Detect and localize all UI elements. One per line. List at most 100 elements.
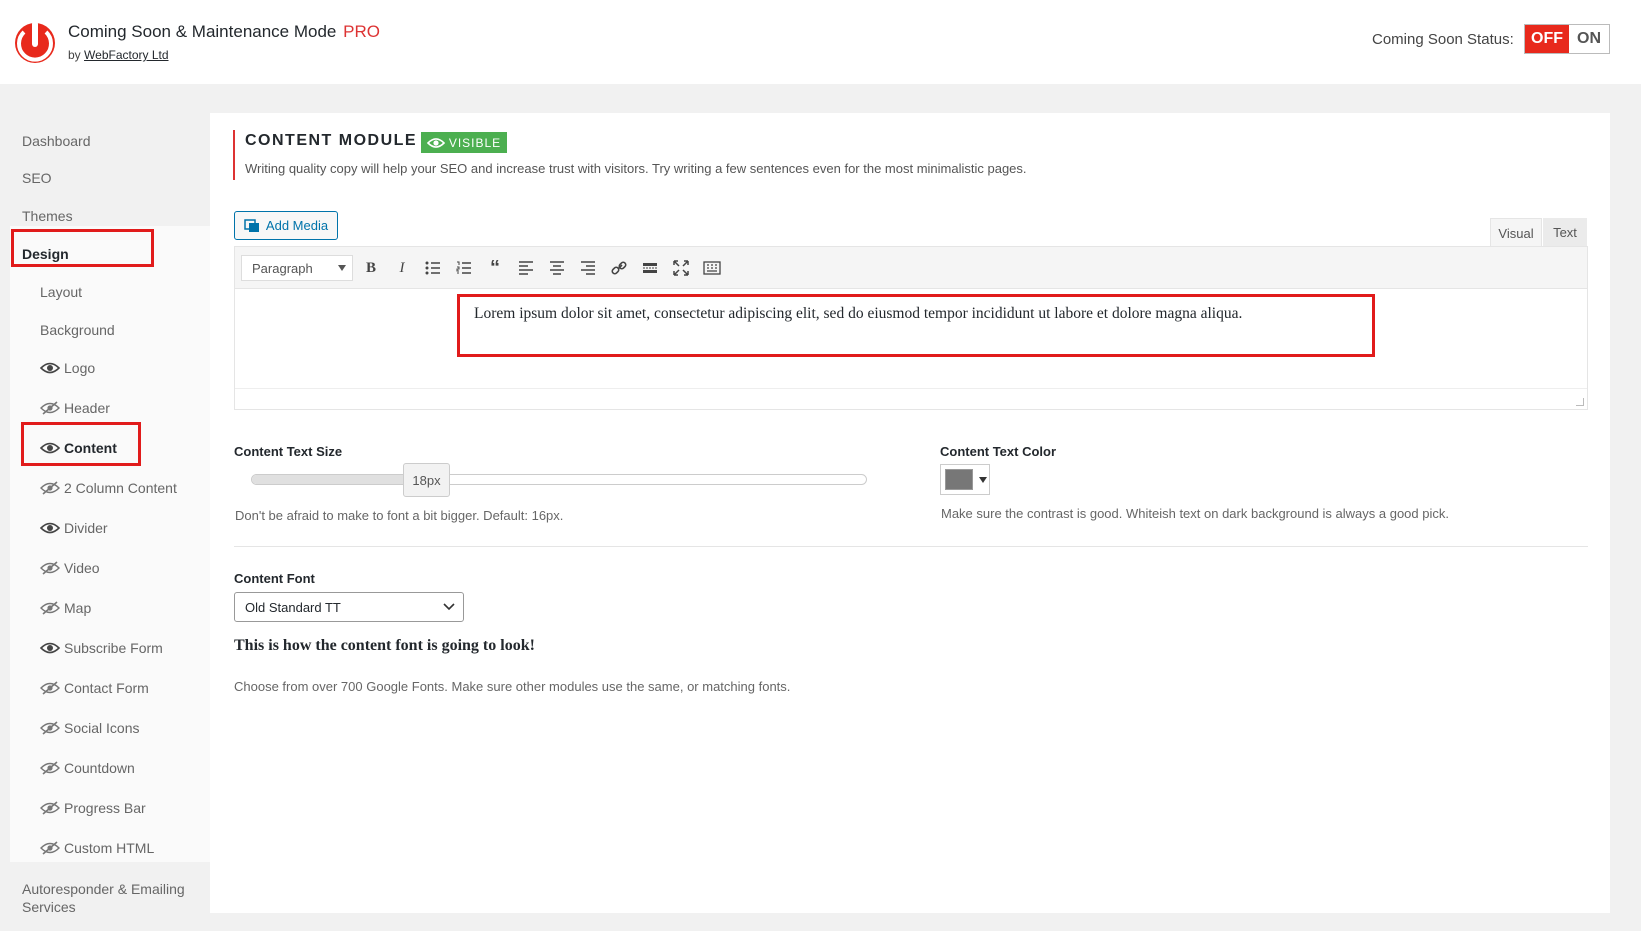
sidebar-item-custom-html[interactable]: Custom HTML xyxy=(40,840,154,856)
sidebar-item-label: Header xyxy=(64,400,110,416)
font-select-value: Old Standard TT xyxy=(245,599,341,615)
sidebar-item-label: Progress Bar xyxy=(64,800,146,816)
bullet-list-icon[interactable] xyxy=(422,257,444,279)
text-size-slider[interactable] xyxy=(251,474,867,485)
sidebar-item-themes[interactable]: Themes xyxy=(22,208,73,224)
sidebar-item-label: Divider xyxy=(64,520,108,536)
text-color-picker[interactable] xyxy=(940,464,990,495)
slider-handle[interactable]: 18px xyxy=(403,463,450,497)
tab-visual[interactable]: Visual xyxy=(1490,218,1542,247)
align-left-icon[interactable] xyxy=(515,257,537,279)
sidebar-item-label: Themes xyxy=(22,208,73,224)
eye-slash-icon xyxy=(40,681,60,695)
status-toggle[interactable]: OFF ON xyxy=(1524,24,1610,54)
numbered-list-icon[interactable] xyxy=(453,257,475,279)
sidebar-item-dashboard[interactable]: Dashboard xyxy=(22,133,91,149)
sidebar-item-map[interactable]: Map xyxy=(40,600,91,616)
font-help: Choose from over 700 Google Fonts. Make … xyxy=(234,679,791,694)
editor-statusbar xyxy=(235,388,1587,409)
sidebar-item-label: Subscribe Form xyxy=(64,640,163,656)
font-preview: This is how the content font is going to… xyxy=(234,637,535,654)
font-label: Content Font xyxy=(234,571,315,586)
sidebar-item-autoresponder-emailing[interactable]: Autoresponder & Emailing Services xyxy=(22,880,185,916)
sidebar-item-contact-form[interactable]: Contact Form xyxy=(40,680,149,696)
eye-icon xyxy=(39,641,61,655)
sidebar-item-background[interactable]: Background xyxy=(40,322,115,338)
chevron-down-icon xyxy=(338,265,346,271)
text-color-help: Make sure the contrast is good. Whiteish… xyxy=(941,506,1449,521)
add-media-label: Add Media xyxy=(265,218,329,233)
media-icon xyxy=(244,218,259,232)
sidebar-item-label: SEO xyxy=(22,170,52,186)
sidebar-item-label: Background xyxy=(40,322,115,338)
eye-slash-icon xyxy=(40,561,60,575)
sidebar-item-video[interactable]: Video xyxy=(40,560,100,576)
toggle-on[interactable]: ON xyxy=(1569,25,1609,53)
italic-icon[interactable]: I xyxy=(391,257,413,279)
sidebar-item-label: Social Icons xyxy=(64,720,140,736)
app-logo-icon xyxy=(15,21,55,63)
sidebar-item-progress-bar[interactable]: Progress Bar xyxy=(40,800,146,816)
resize-grip-icon[interactable] xyxy=(1576,398,1584,406)
link-icon[interactable] xyxy=(608,257,630,279)
eye-slash-icon xyxy=(40,841,60,855)
align-right-icon[interactable] xyxy=(577,257,599,279)
toolbar-toggle-icon[interactable] xyxy=(701,257,723,279)
highlight-box-content xyxy=(21,422,141,466)
divider xyxy=(234,546,1588,547)
sidebar-item-social-icons[interactable]: Social Icons xyxy=(40,720,139,736)
sidebar-item-label: Video xyxy=(64,560,100,576)
tab-text[interactable]: Text xyxy=(1543,218,1587,247)
top-header: Coming Soon & Maintenance Mode PRO by We… xyxy=(0,0,1641,84)
sidebar-item-countdown[interactable]: Countdown xyxy=(40,760,135,776)
sidebar-item-label: Logo xyxy=(64,360,96,376)
text-color-label: Content Text Color xyxy=(940,444,1057,459)
font-select[interactable]: Old Standard TT xyxy=(234,592,464,622)
sidebar-item-divider[interactable]: Divider xyxy=(39,520,108,536)
sidebar-item-seo[interactable]: SEO xyxy=(22,170,52,186)
sidebar-item-logo[interactable]: Logo xyxy=(39,360,96,376)
chevron-down-icon xyxy=(979,477,987,483)
app-byline: by WebFactory Ltd xyxy=(68,48,169,62)
eye-slash-icon xyxy=(40,601,60,615)
fullscreen-icon[interactable] xyxy=(670,257,692,279)
module-title: CONTENT MODULE xyxy=(245,132,418,149)
format-select[interactable]: Paragraph xyxy=(241,255,353,281)
blockquote-icon[interactable]: “ xyxy=(484,257,506,279)
eye-slash-icon xyxy=(40,801,60,815)
visible-badge[interactable]: VISIBLE xyxy=(421,132,507,153)
sidebar-item-header[interactable]: Header xyxy=(40,400,110,416)
sidebar-item-label: Countdown xyxy=(64,760,135,776)
sidebar-item-label: Map xyxy=(64,600,92,616)
status-label: Coming Soon Status: xyxy=(1372,31,1514,48)
bold-icon[interactable]: B xyxy=(360,257,382,279)
app-name: Coming Soon & Maintenance Mode xyxy=(68,22,337,41)
eye-icon xyxy=(39,521,61,535)
sidebar-item-label: Contact Form xyxy=(64,680,149,696)
sidebar-item-label: 2 Column Content xyxy=(64,480,177,496)
highlight-box-design xyxy=(11,229,154,267)
read-more-icon[interactable] xyxy=(639,257,661,279)
pro-label: PRO xyxy=(343,22,380,41)
text-size-help: Don't be afraid to make to font a bit bi… xyxy=(235,508,564,523)
sidebar-item-label: Layout xyxy=(40,284,83,300)
slider-fill xyxy=(252,475,424,484)
add-media-button[interactable]: Add Media xyxy=(234,211,338,240)
sidebar-item-label-line2: Services xyxy=(22,899,76,915)
color-chip xyxy=(945,469,973,490)
chevron-down-icon xyxy=(443,603,455,611)
sidebar-item-label: Custom HTML xyxy=(64,840,155,856)
sidebar-item-subscribe-form[interactable]: Subscribe Form xyxy=(39,640,163,656)
vendor-link[interactable]: WebFactory Ltd xyxy=(84,48,168,62)
sidebar-item-layout[interactable]: Layout xyxy=(40,284,82,300)
sidebar-item-label: Autoresponder & Emailing xyxy=(22,881,185,897)
sidebar-item-label: Dashboard xyxy=(22,133,91,149)
highlight-box-editor-text xyxy=(457,294,1375,357)
eye-icon xyxy=(39,361,61,375)
eye-slash-icon xyxy=(40,761,60,775)
eye-slash-icon xyxy=(40,401,60,415)
sidebar-item-2-column-content[interactable]: 2 Column Content xyxy=(40,480,177,496)
align-center-icon[interactable] xyxy=(546,257,568,279)
format-select-value: Paragraph xyxy=(252,260,313,276)
toggle-off[interactable]: OFF xyxy=(1525,25,1569,53)
